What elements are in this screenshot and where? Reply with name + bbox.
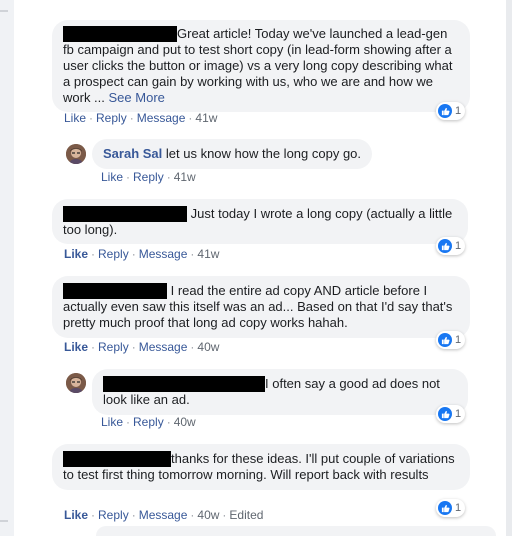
reaction-number: 1 xyxy=(455,502,462,514)
comment-actions: Like · Reply · Message · 41w xyxy=(64,111,218,125)
like-thumb-icon xyxy=(438,239,452,253)
comment-bubble: Just today I wrote a long copy (actually… xyxy=(52,199,468,244)
timestamp[interactable]: 41w xyxy=(174,170,196,184)
message-link[interactable]: Message xyxy=(139,508,188,522)
reaction-count[interactable]: 1 xyxy=(436,102,466,120)
edited-label[interactable]: Edited xyxy=(229,508,263,522)
comment-bubble: I read the entire ad copy AND article be… xyxy=(52,276,470,338)
reaction-number: 1 xyxy=(455,408,462,420)
reaction-count[interactable]: 1 xyxy=(436,499,466,517)
redacted-author xyxy=(103,376,265,392)
timestamp[interactable]: 41w xyxy=(195,111,217,125)
comment-actions: Like · Reply · Message · 40w · Edited xyxy=(64,508,264,522)
gutter-tick xyxy=(0,520,8,522)
like-link[interactable]: Like xyxy=(101,415,123,429)
reaction-count[interactable]: 1 xyxy=(436,237,466,255)
timestamp[interactable]: 41w xyxy=(197,247,219,261)
like-thumb-icon xyxy=(438,333,452,347)
reaction-number: 1 xyxy=(455,334,462,346)
avatar[interactable] xyxy=(66,373,86,393)
reply-link[interactable]: Reply xyxy=(98,340,129,354)
like-thumb-icon xyxy=(438,501,452,515)
comment-bubble: Great article! Today we've launched a le… xyxy=(52,20,470,112)
reply-bubble: Sarah Sal let us know how the long copy … xyxy=(92,139,373,169)
like-link[interactable]: Like xyxy=(64,111,86,125)
timestamp[interactable]: 40w xyxy=(197,508,219,522)
reply-link[interactable]: Reply xyxy=(96,111,127,125)
like-thumb-icon xyxy=(438,407,452,421)
gutter-tick xyxy=(0,10,8,12)
message-link[interactable]: Message xyxy=(139,247,188,261)
author-name[interactable]: Sarah Sal xyxy=(103,146,162,161)
reaction-number: 1 xyxy=(455,240,462,252)
scrollbar-track[interactable] xyxy=(506,0,512,536)
reply-link[interactable]: Reply xyxy=(98,508,129,522)
like-thumb-icon xyxy=(438,104,452,118)
timestamp[interactable]: 40w xyxy=(197,340,219,354)
reaction-number: 1 xyxy=(455,105,462,117)
redacted-author xyxy=(63,451,171,467)
reaction-count[interactable]: 1 xyxy=(436,405,466,423)
redacted-author xyxy=(63,283,167,299)
comment-actions: Like · Reply · Message · 41w xyxy=(64,247,220,261)
reply-link[interactable]: Reply xyxy=(133,170,164,184)
comment-actions: Like · Reply · Message · 40w xyxy=(64,340,220,354)
reply-bubble: I often say a good ad does not look like… xyxy=(92,369,468,415)
like-link[interactable]: Like xyxy=(64,340,88,354)
comment-bubble: thanks for these ideas. I'll put couple … xyxy=(52,444,470,490)
redacted-author xyxy=(63,26,177,42)
message-link[interactable]: Message xyxy=(139,340,188,354)
next-comment-bubble xyxy=(96,526,496,536)
comment-actions: Like · Reply · 40w xyxy=(101,415,196,429)
reaction-count[interactable]: 1 xyxy=(436,331,466,349)
reply-link[interactable]: Reply xyxy=(133,415,164,429)
left-gutter xyxy=(0,0,14,536)
redacted-author xyxy=(63,206,187,222)
timestamp[interactable]: 40w xyxy=(174,415,196,429)
comment-text: let us know how the long copy go. xyxy=(165,146,362,161)
like-link[interactable]: Like xyxy=(101,170,123,184)
comment-actions: Like · Reply · 41w xyxy=(101,170,196,184)
like-link[interactable]: Like xyxy=(64,247,88,261)
message-link[interactable]: Message xyxy=(137,111,186,125)
reply-link[interactable]: Reply xyxy=(98,247,129,261)
avatar[interactable] xyxy=(66,144,86,164)
see-more-link[interactable]: See More xyxy=(109,90,165,105)
like-link[interactable]: Like xyxy=(64,508,88,522)
